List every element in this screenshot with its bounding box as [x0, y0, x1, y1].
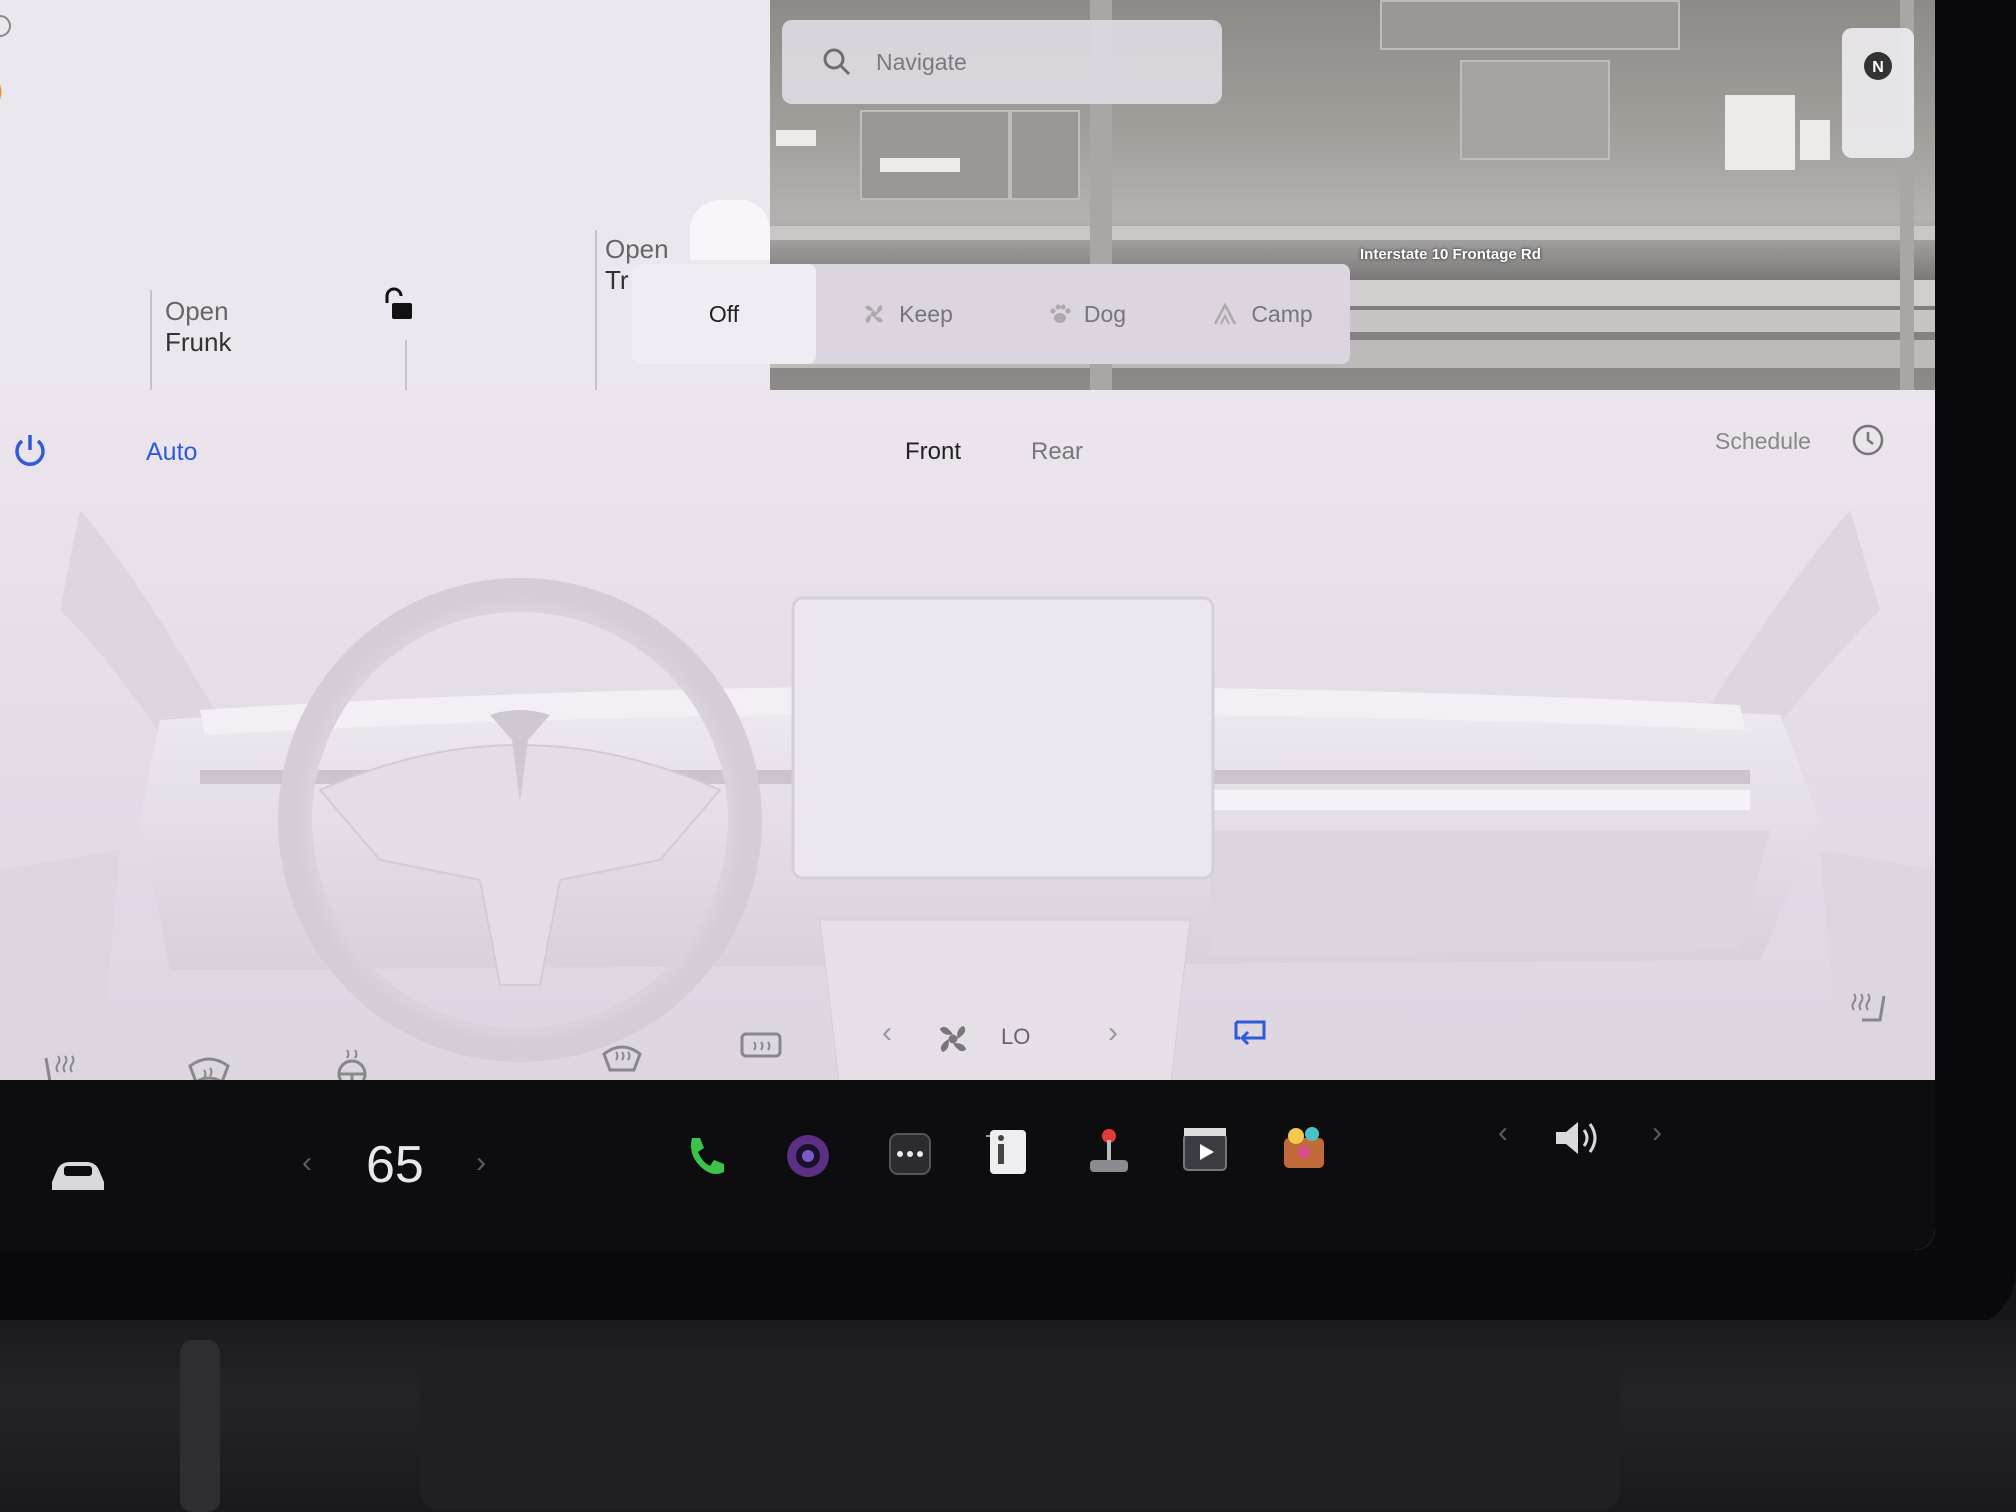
navigate-search-box[interactable]: Navigate: [782, 20, 1222, 104]
rear-tab[interactable]: Rear: [1031, 438, 1083, 466]
rear-defrost-icon[interactable]: [738, 1030, 784, 1066]
climate-panel: Auto Front Rear Schedule ‹ LO ›: [0, 390, 1935, 1089]
unlock-icon[interactable]: [378, 286, 418, 326]
paw-icon: [1050, 304, 1071, 323]
owners-manual-icon[interactable]: [986, 1128, 1030, 1176]
temp-increase-button[interactable]: ›: [476, 1146, 486, 1180]
cabin-illustration: [0, 510, 1935, 1080]
fan-decrease-button[interactable]: ‹: [882, 1016, 892, 1050]
warning-icon: [0, 84, 2, 100]
car-image: [690, 200, 770, 260]
phone-icon[interactable]: [682, 1132, 730, 1180]
volume-decrease-button[interactable]: ‹: [1498, 1116, 1508, 1150]
search-placeholder: Navigate: [876, 48, 967, 75]
temp-decrease-button[interactable]: ‹: [302, 1146, 312, 1180]
volume-icon[interactable]: [1552, 1116, 1604, 1160]
mode-off-label: Off: [708, 300, 740, 327]
map-road-label: Interstate 10 Frontage Rd: [1360, 246, 1541, 263]
fan-speed-value: LO: [1001, 1024, 1031, 1049]
search-icon: [823, 48, 851, 76]
open-frunk-line2: Frunk: [165, 327, 232, 357]
fan-icon: [939, 1025, 967, 1053]
mode-camp-button[interactable]: Camp: [1176, 264, 1350, 364]
theater-icon[interactable]: [1182, 1126, 1228, 1172]
divider: [595, 230, 597, 400]
open-trunk-line1: Open: [605, 234, 669, 264]
cabin-temperature: 65: [366, 1136, 424, 1194]
climate-header: Auto Front Rear Schedule: [0, 390, 1935, 500]
schedule-button[interactable]: Schedule: [1715, 428, 1811, 455]
compass-icon: N: [1864, 52, 1892, 80]
touchscreen: Open Frunk Open Tr Interstate 10 Frontag…: [0, 0, 1935, 1250]
mode-camp-label: Camp: [1251, 300, 1313, 327]
open-frunk-line1: Open: [165, 296, 229, 326]
front-tab[interactable]: Front: [905, 438, 961, 466]
clock-icon[interactable]: [1850, 422, 1886, 458]
dashboard-leather: [0, 1320, 2016, 1512]
more-apps-icon[interactable]: [888, 1132, 932, 1176]
passenger-seat-heater-icon[interactable]: [1846, 988, 1892, 1034]
status-icon: [0, 15, 11, 37]
divider: [150, 290, 152, 400]
arcade-icon[interactable]: [1086, 1126, 1132, 1176]
map-orientation-button[interactable]: N: [1842, 28, 1914, 158]
mode-keep-button[interactable]: Keep: [816, 264, 998, 364]
mode-dog-label: Dog: [1083, 300, 1127, 327]
open-frunk-button[interactable]: Open Frunk: [165, 296, 231, 358]
toybox-icon[interactable]: [1280, 1122, 1328, 1172]
mode-off-button[interactable]: Off: [632, 264, 816, 364]
svg-text:N: N: [1872, 59, 1884, 76]
car-icon[interactable]: [48, 1156, 108, 1196]
volume-increase-button[interactable]: ›: [1652, 1116, 1662, 1150]
tent-icon: [1214, 302, 1237, 325]
taskbar: ‹ 65 › ‹ ›: [0, 1080, 1935, 1250]
fan-increase-button[interactable]: ›: [1108, 1016, 1118, 1050]
front-defrost-icon[interactable]: [600, 1036, 644, 1076]
mode-keep-label: Keep: [899, 300, 953, 327]
auto-button[interactable]: Auto: [146, 438, 197, 467]
recirculate-icon[interactable]: [1230, 1016, 1270, 1052]
power-icon[interactable]: [10, 430, 50, 470]
camera-icon[interactable]: [784, 1132, 832, 1180]
mode-dog-button[interactable]: Dog: [998, 264, 1176, 364]
fan-icon: [865, 305, 884, 323]
climate-keeper-mode-selector: Off Keep Dog Camp: [632, 264, 1350, 364]
